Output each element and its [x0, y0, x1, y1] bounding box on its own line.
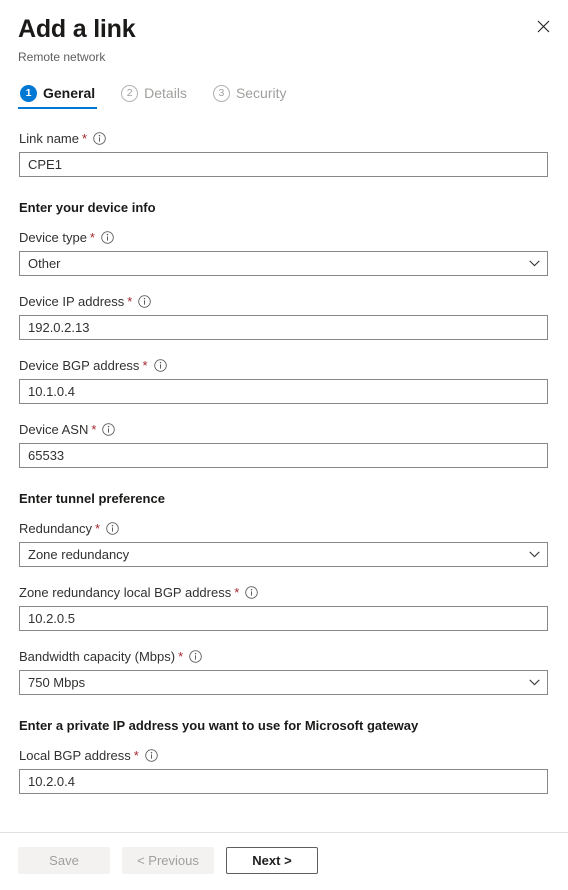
device-bgp-label: Device BGP address	[19, 358, 140, 373]
device-type-select[interactable]: Other	[19, 251, 548, 276]
device-bgp-label-row: Device BGP address *	[19, 357, 548, 374]
form-area: Link name * Enter your device info Devic…	[0, 109, 568, 832]
link-name-label-row: Link name *	[19, 130, 548, 147]
required-asterisk: *	[234, 585, 240, 600]
panel-footer: Save < Previous Next >	[0, 832, 568, 890]
section-device-info: Enter your device info	[19, 200, 156, 215]
field-redundancy: Redundancy * Zone redundancy	[19, 520, 548, 567]
tab-security-label: Security	[235, 85, 287, 101]
tab-details-label: Details	[144, 85, 187, 101]
next-button[interactable]: Next >	[226, 847, 318, 874]
add-link-panel: Add a link Remote network 1 General 2 De…	[0, 0, 568, 890]
previous-button[interactable]: < Previous	[122, 847, 214, 874]
field-device-ip: Device IP address *	[19, 293, 548, 340]
redundancy-label-row: Redundancy *	[19, 520, 548, 537]
field-link-name: Link name *	[19, 130, 548, 177]
tab-security-number: 3	[212, 84, 230, 102]
local-bgp-label-row: Local BGP address *	[19, 747, 548, 764]
field-zone-redundancy-bgp: Zone redundancy local BGP address *	[19, 584, 548, 631]
info-icon[interactable]	[93, 132, 106, 145]
device-bgp-input[interactable]	[19, 379, 548, 404]
info-icon[interactable]	[245, 586, 259, 599]
link-name-input[interactable]	[19, 152, 548, 177]
device-type-label-row: Device type *	[19, 229, 548, 246]
redundancy-select-wrap: Zone redundancy	[19, 542, 548, 567]
bandwidth-label: Bandwidth capacity (Mbps)	[19, 649, 176, 664]
page-title: Add a link	[18, 15, 136, 43]
zone-redundancy-bgp-label-row: Zone redundancy local BGP address *	[19, 584, 548, 601]
zone-redundancy-bgp-input[interactable]	[19, 606, 548, 631]
required-asterisk: *	[142, 358, 148, 373]
tab-details[interactable]: 2 Details	[119, 82, 189, 109]
required-asterisk: *	[127, 294, 133, 309]
section-tunnel-preference: Enter tunnel preference	[19, 491, 165, 506]
redundancy-label: Redundancy	[19, 521, 92, 536]
device-asn-input[interactable]	[19, 443, 548, 468]
device-ip-label: Device IP address	[19, 294, 125, 309]
info-icon[interactable]	[153, 359, 167, 372]
info-icon[interactable]	[106, 522, 119, 535]
redundancy-select[interactable]: Zone redundancy	[19, 542, 548, 567]
chevron-down-icon	[528, 677, 540, 689]
field-bandwidth-capacity: Bandwidth capacity (Mbps) * 750 Mbps	[19, 648, 548, 695]
local-bgp-label: Local BGP address	[19, 748, 131, 763]
device-type-select-wrap: Other	[19, 251, 548, 276]
bandwidth-select[interactable]: 750 Mbps	[19, 670, 548, 695]
save-button[interactable]: Save	[18, 847, 110, 874]
info-icon[interactable]	[145, 749, 158, 762]
required-asterisk: *	[178, 649, 184, 664]
field-device-type: Device type * Other	[19, 229, 548, 276]
info-icon[interactable]	[189, 650, 202, 663]
required-asterisk: *	[91, 422, 97, 437]
close-icon	[537, 20, 550, 33]
zone-redundancy-bgp-label: Zone redundancy local BGP address	[19, 585, 232, 600]
field-local-bgp: Local BGP address *	[19, 747, 548, 794]
required-asterisk: *	[133, 748, 139, 763]
device-type-label: Device type	[19, 230, 87, 245]
bandwidth-label-row: Bandwidth capacity (Mbps) *	[19, 648, 548, 665]
required-asterisk: *	[81, 131, 88, 146]
tab-general[interactable]: 1 General	[18, 82, 98, 109]
device-type-value: Other	[28, 256, 61, 271]
required-asterisk: *	[95, 521, 101, 536]
local-bgp-input[interactable]	[19, 769, 548, 794]
page-subtitle: Remote network	[18, 50, 106, 64]
link-name-label: Link name	[19, 131, 79, 146]
wizard-tabs: 1 General 2 Details 3 Security	[0, 82, 568, 109]
device-ip-input[interactable]	[19, 315, 548, 340]
chevron-down-icon	[528, 258, 540, 270]
info-icon[interactable]	[138, 295, 152, 308]
device-asn-label: Device ASN	[19, 422, 89, 437]
chevron-down-icon	[528, 549, 540, 561]
bandwidth-value: 750 Mbps	[28, 675, 86, 690]
redundancy-value: Zone redundancy	[28, 547, 130, 562]
close-button[interactable]	[527, 10, 559, 42]
field-device-asn: Device ASN *	[19, 421, 548, 468]
tab-security[interactable]: 3 Security	[211, 82, 289, 109]
info-icon[interactable]	[101, 231, 114, 244]
info-icon[interactable]	[102, 423, 116, 436]
tab-general-number: 1	[20, 84, 37, 102]
device-ip-label-row: Device IP address *	[19, 293, 548, 310]
section-gateway-private-ip: Enter a private IP address you want to u…	[19, 718, 419, 733]
tab-details-number: 2	[121, 84, 139, 102]
field-device-bgp: Device BGP address *	[19, 357, 548, 404]
panel-header: Add a link Remote network	[0, 0, 568, 65]
tab-general-label: General	[43, 85, 96, 101]
required-asterisk: *	[89, 230, 95, 245]
device-asn-label-row: Device ASN *	[19, 421, 548, 438]
bandwidth-select-wrap: 750 Mbps	[19, 670, 548, 695]
